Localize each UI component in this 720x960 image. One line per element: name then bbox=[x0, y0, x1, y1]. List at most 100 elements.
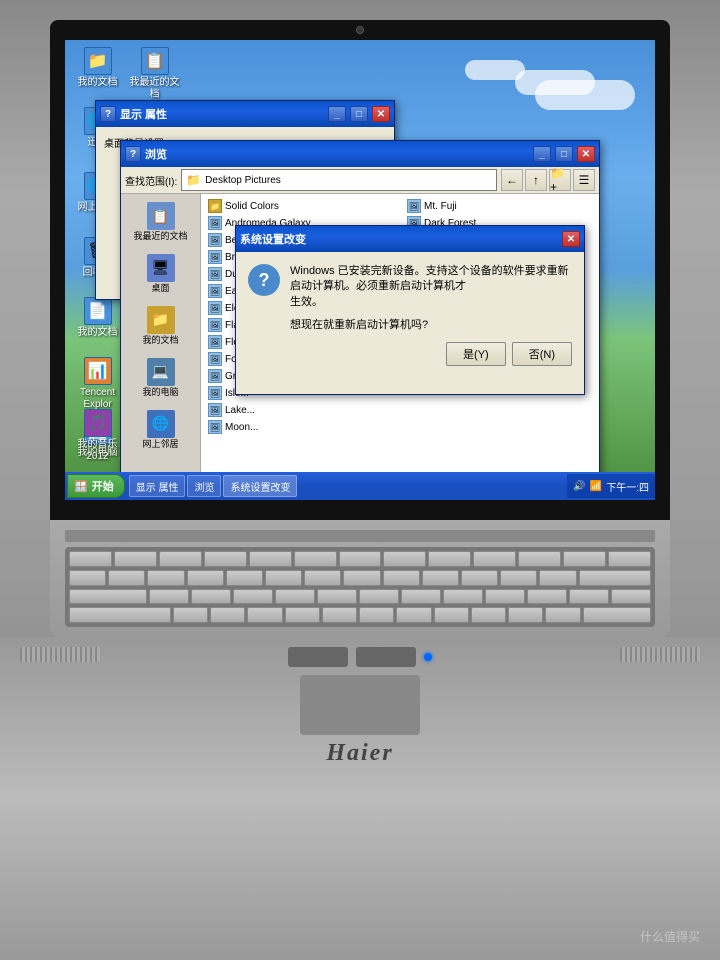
browse-minimize-btn[interactable]: _ bbox=[533, 146, 551, 162]
browse-new-folder-btn[interactable]: 📁+ bbox=[549, 169, 571, 191]
key-f5[interactable] bbox=[294, 551, 337, 567]
sidebar-mydocs-label: 我的文档 bbox=[142, 336, 178, 346]
browse-location-input[interactable]: 📁 Desktop Pictures bbox=[181, 169, 497, 191]
desktop-icon-music[interactable]: 🎵 我的音乐2012 bbox=[70, 407, 125, 465]
key-w[interactable] bbox=[191, 589, 231, 605]
key-a[interactable] bbox=[173, 607, 208, 623]
file-item-solid-colors[interactable]: 📁 Solid Colors bbox=[205, 198, 396, 214]
key-bracket-open[interactable] bbox=[569, 589, 609, 605]
system-dialog-close-btn[interactable]: ✕ bbox=[562, 231, 580, 247]
sidebar-item-mycomputer[interactable]: 💻 我的电脑 bbox=[123, 354, 198, 402]
browse-maximize-btn[interactable]: □ bbox=[555, 146, 573, 162]
browse-title: 浏览 bbox=[145, 146, 529, 162]
key-1[interactable] bbox=[108, 570, 145, 586]
sidebar-item-mydocs[interactable]: 📁 我的文档 bbox=[123, 302, 198, 350]
key-3[interactable] bbox=[187, 570, 224, 586]
no-button[interactable]: 否(N) bbox=[512, 342, 572, 366]
sidebar-item-network[interactable]: 🌐 网上邻居 bbox=[123, 406, 198, 454]
sidebar-desktop-label: 桌面 bbox=[151, 284, 169, 294]
key-f9[interactable] bbox=[473, 551, 516, 567]
key-0[interactable] bbox=[461, 570, 498, 586]
yes-button[interactable]: 是(Y) bbox=[446, 342, 506, 366]
key-enter[interactable] bbox=[583, 607, 652, 623]
key-backspace[interactable] bbox=[579, 570, 651, 586]
file-name-mt-fuji: Mt. Fuji bbox=[424, 201, 457, 212]
key-8[interactable] bbox=[383, 570, 420, 586]
display-props-maximize-btn[interactable]: □ bbox=[350, 106, 368, 122]
file-item-moon[interactable]: 🖼 Moon... bbox=[205, 419, 396, 435]
key-f8[interactable] bbox=[428, 551, 471, 567]
key-f10[interactable] bbox=[518, 551, 561, 567]
key-i[interactable] bbox=[443, 589, 483, 605]
key-minus[interactable] bbox=[500, 570, 537, 586]
display-props-minimize-btn[interactable]: _ bbox=[328, 106, 346, 122]
taskbar-item-browse[interactable]: 浏览 bbox=[187, 475, 221, 497]
key-o[interactable] bbox=[485, 589, 525, 605]
key-7[interactable] bbox=[343, 570, 380, 586]
sidebar-item-recent[interactable]: 📋 我最近的文档 bbox=[123, 198, 198, 246]
key-f2[interactable] bbox=[159, 551, 202, 567]
key-k[interactable] bbox=[434, 607, 469, 623]
key-f11[interactable] bbox=[563, 551, 606, 567]
key-s[interactable] bbox=[210, 607, 245, 623]
key-y[interactable] bbox=[359, 589, 399, 605]
system-dialog-body: ? Windows 已安装完新设备。支持这个设备的软件要求重新启动计算机。必须重… bbox=[248, 264, 572, 332]
key-p[interactable] bbox=[527, 589, 567, 605]
key-j[interactable] bbox=[396, 607, 431, 623]
key-f7[interactable] bbox=[383, 551, 426, 567]
key-u[interactable] bbox=[401, 589, 441, 605]
key-f4[interactable] bbox=[249, 551, 292, 567]
key-r[interactable] bbox=[275, 589, 315, 605]
key-t[interactable] bbox=[317, 589, 357, 605]
key-g[interactable] bbox=[322, 607, 357, 623]
key-esc[interactable] bbox=[69, 551, 112, 567]
taskbar-item-display-props[interactable]: 显示 属性 bbox=[129, 475, 186, 497]
key-l[interactable] bbox=[471, 607, 506, 623]
display-props-close-btn[interactable]: ✕ bbox=[372, 106, 390, 122]
browse-help-btn[interactable]: ? bbox=[125, 146, 141, 162]
key-equals[interactable] bbox=[539, 570, 576, 586]
browse-up-btn[interactable]: ↑ bbox=[525, 169, 547, 191]
browse-toolbar: 查找范围(I): 📁 Desktop Pictures ← ↑ 📁+ ☰ bbox=[121, 167, 599, 194]
touchpad-button-right[interactable] bbox=[356, 647, 416, 667]
start-button[interactable]: 🪟 开始 bbox=[67, 474, 125, 498]
key-h[interactable] bbox=[359, 607, 394, 623]
key-tab[interactable] bbox=[69, 589, 147, 605]
key-f1[interactable] bbox=[114, 551, 157, 567]
desktop-icon-tencent[interactable]: 📊 TencentExplor bbox=[70, 355, 125, 413]
key-2[interactable] bbox=[147, 570, 184, 586]
key-5[interactable] bbox=[265, 570, 302, 586]
key-quote[interactable] bbox=[545, 607, 580, 623]
key-semicolon[interactable] bbox=[508, 607, 543, 623]
file-item-lake[interactable]: 🖼 Lake... bbox=[205, 402, 396, 418]
sidebar-item-desktop[interactable]: 🖥 桌面 bbox=[123, 250, 198, 298]
key-bracket-close[interactable] bbox=[611, 589, 651, 605]
touchpad-button-left[interactable] bbox=[288, 647, 348, 667]
desktop-icon-mydocs2[interactable]: 📄 我的文档 bbox=[70, 295, 125, 341]
desktop-icon-myrecent[interactable]: 📋 我最近的文档 bbox=[127, 45, 182, 103]
key-6[interactable] bbox=[304, 570, 341, 586]
key-d[interactable] bbox=[247, 607, 282, 623]
key-tilde[interactable] bbox=[69, 570, 106, 586]
speaker-area bbox=[20, 647, 700, 667]
browse-back-btn[interactable]: ← bbox=[501, 169, 523, 191]
touchpad[interactable] bbox=[300, 675, 420, 735]
key-q[interactable] bbox=[149, 589, 189, 605]
display-props-help-btn[interactable]: ? bbox=[100, 106, 116, 122]
sidebar-recent-label: 我最近的文档 bbox=[133, 232, 187, 242]
key-f12[interactable] bbox=[608, 551, 651, 567]
system-dialog-question: 想现在就重新启动计算机吗? bbox=[290, 316, 572, 332]
taskbar-item-system[interactable]: 系统设置改变 bbox=[223, 475, 297, 497]
file-item-mt-fuji[interactable]: 🖼 Mt. Fuji bbox=[404, 198, 595, 214]
key-9[interactable] bbox=[422, 570, 459, 586]
key-e[interactable] bbox=[233, 589, 273, 605]
browse-views-btn[interactable]: ☰ bbox=[573, 169, 595, 191]
browse-close-btn[interactable]: ✕ bbox=[577, 146, 595, 162]
key-4[interactable] bbox=[226, 570, 263, 586]
key-caps[interactable] bbox=[69, 607, 171, 623]
desktop-icon-my-documents[interactable]: 📁 我的文档 bbox=[70, 45, 125, 91]
key-f6[interactable] bbox=[339, 551, 382, 567]
key-f[interactable] bbox=[285, 607, 320, 623]
key-f3[interactable] bbox=[204, 551, 247, 567]
right-speaker bbox=[620, 647, 700, 662]
